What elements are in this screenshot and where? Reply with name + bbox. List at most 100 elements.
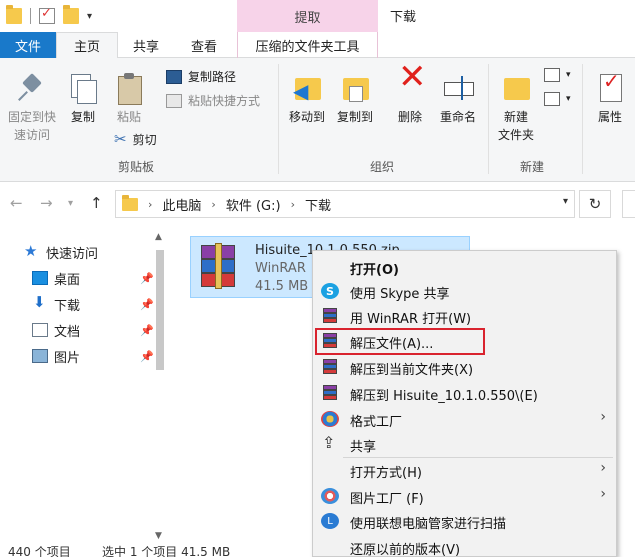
menu-item-label: 解压到当前文件夹(X) xyxy=(350,363,474,378)
properties-button[interactable]: 属性 xyxy=(590,72,630,126)
nav-scrollbar[interactable]: ▲ ▼ xyxy=(153,228,167,543)
lenovo-manager-icon: L xyxy=(321,513,339,529)
breadcrumb-separator-icon: › xyxy=(211,197,216,211)
properties-check-icon[interactable] xyxy=(39,6,55,24)
menu-item-label: 使用联想电脑管家进行扫描 xyxy=(350,517,507,532)
tab-view[interactable]: 查看 xyxy=(174,32,234,58)
breadcrumb-downloads[interactable]: 下载 xyxy=(305,195,331,214)
copy-label: 复制 xyxy=(70,110,95,124)
address-row: ← → ▾ ↑ › 此电脑 › 软件 (G:) › 下载 ▾ ↻ xyxy=(0,186,635,222)
breadcrumb-separator-icon: › xyxy=(290,197,295,211)
scrollbar-thumb[interactable] xyxy=(156,250,164,370)
recent-locations-chevron-icon[interactable]: ▾ xyxy=(68,198,73,209)
pin-label-line1: 固定到快 xyxy=(7,110,56,124)
menu-item-open-with[interactable]: 打开方式(H) › xyxy=(313,458,616,482)
contextual-tab-header: 提取 xyxy=(237,0,378,32)
search-input[interactable] xyxy=(622,190,635,218)
refresh-button[interactable]: ↻ xyxy=(579,190,611,218)
pictures-icon xyxy=(32,349,48,363)
tab-home[interactable]: 主页 xyxy=(56,32,118,59)
menu-item-label: 打开方式(H) xyxy=(350,466,422,481)
chevron-right-icon: › xyxy=(600,409,606,425)
menu-item-lenovo-scan[interactable]: L 使用联想电脑管家进行扫描 xyxy=(313,509,616,533)
nav-item-documents[interactable]: 文档 xyxy=(32,318,80,342)
easy-access-icon xyxy=(544,92,560,106)
back-arrow-icon[interactable]: ← xyxy=(10,194,23,212)
menu-item-open-with-winrar[interactable]: 用 WinRAR 打开(W) xyxy=(313,304,616,328)
folder-icon xyxy=(6,5,22,24)
nav-item-downloads[interactable]: 下载 xyxy=(32,292,80,316)
chevron-down-icon: ▾ xyxy=(566,94,571,104)
file-size: 41.5 MB xyxy=(255,279,309,294)
forward-arrow-icon[interactable]: → xyxy=(40,194,53,212)
winrar-icon xyxy=(321,385,339,401)
paste-shortcut-button[interactable]: 粘贴快捷方式 xyxy=(166,92,260,109)
ribbon: 固定到快 速访问 复制 粘贴 复制路径 粘贴快捷方式 ✂ 剪切 剪贴板 移动到 xyxy=(0,58,635,182)
menu-item-share[interactable]: 共享 xyxy=(313,432,616,456)
copy-path-icon xyxy=(166,69,182,84)
paste-icon xyxy=(113,72,145,105)
clipboard-group-label: 剪贴板 xyxy=(118,160,155,174)
cut-label: 剪切 xyxy=(132,132,157,147)
nav-item-quick-access[interactable]: 快速访问 xyxy=(24,240,98,264)
copy-path-button[interactable]: 复制路径 xyxy=(166,68,236,85)
scroll-down-icon[interactable]: ▼ xyxy=(155,531,162,541)
up-arrow-icon[interactable]: ↑ xyxy=(90,194,103,212)
delete-button[interactable]: 删除 xyxy=(392,68,428,126)
new-folder-icon[interactable] xyxy=(63,5,79,24)
rename-button[interactable]: 重命名 xyxy=(434,72,482,126)
easy-access-button[interactable]: ▾ xyxy=(544,92,571,106)
group-separator xyxy=(582,64,583,174)
nav-item-label: 快速访问 xyxy=(46,246,99,262)
new-item-button[interactable]: ▾ xyxy=(544,68,571,82)
pin-label-line2: 速访问 xyxy=(13,128,50,142)
cut-button[interactable]: ✂ 剪切 xyxy=(114,130,157,148)
paste-button[interactable]: 粘贴 xyxy=(108,72,150,126)
nav-item-desktop[interactable]: 桌面 xyxy=(32,266,80,290)
rename-icon xyxy=(442,72,474,104)
pin-icon[interactable]: 📌 xyxy=(140,272,154,285)
tab-file[interactable]: 文件 xyxy=(0,32,56,58)
menu-item-extract-to-folder[interactable]: 解压到 Hisuite_10.1.0.550\(E) xyxy=(313,381,616,405)
menu-item-extract-here[interactable]: 解压到当前文件夹(X) xyxy=(313,355,616,379)
breadcrumb-this-pc[interactable]: 此电脑 xyxy=(162,195,201,214)
pin-icon[interactable]: 📌 xyxy=(140,350,154,363)
winrar-icon xyxy=(321,359,339,375)
context-menu: 打开(O) S 使用 Skype 共享 用 WinRAR 打开(W) 解压文件(… xyxy=(312,250,617,557)
properties-label: 属性 xyxy=(597,110,622,124)
chevron-right-icon: › xyxy=(600,460,606,476)
new-folder-button[interactable]: 新建 文件夹 xyxy=(494,72,538,144)
menu-item-label: 打开(O) xyxy=(350,263,399,278)
new-folder-icon xyxy=(500,72,532,104)
menu-item-skype-share[interactable]: S 使用 Skype 共享 xyxy=(313,279,616,303)
chevron-down-icon[interactable]: ▾ xyxy=(563,196,568,207)
pin-to-quick-access-button[interactable]: 固定到快 速访问 xyxy=(4,72,60,144)
star-icon xyxy=(24,242,40,260)
menu-item-open[interactable]: 打开(O) xyxy=(313,255,616,279)
breadcrumb-drive-g[interactable]: 软件 (G:) xyxy=(226,195,281,214)
status-item-count: 440 个项目 xyxy=(8,545,71,557)
move-to-label: 移动到 xyxy=(288,110,325,124)
winrar-archive-icon xyxy=(199,243,239,289)
pin-icon[interactable]: 📌 xyxy=(140,298,154,311)
organize-group-label: 组织 xyxy=(370,160,395,174)
nav-item-pictures[interactable]: 图片 xyxy=(32,344,80,368)
menu-item-restore-previous[interactable]: 还原以前的版本(V) xyxy=(313,535,616,557)
copy-to-button[interactable]: 复制到 xyxy=(332,72,378,126)
address-bar[interactable]: › 此电脑 › 软件 (G:) › 下载 ▾ xyxy=(115,190,575,218)
tab-share[interactable]: 共享 xyxy=(118,32,174,58)
scroll-up-icon[interactable]: ▲ xyxy=(155,232,162,242)
chevron-down-icon[interactable]: ▾ xyxy=(87,11,92,22)
menu-item-picture-factory[interactable]: 图片工厂 (F) › xyxy=(313,484,616,508)
menu-item-label: 用 WinRAR 打开(W) xyxy=(350,312,472,327)
menu-item-format-factory[interactable]: 格式工厂 › xyxy=(313,407,616,431)
pin-icon[interactable]: 📌 xyxy=(140,324,154,337)
copy-icon xyxy=(67,72,99,104)
move-to-button[interactable]: 移动到 xyxy=(284,72,330,126)
delete-label: 删除 xyxy=(397,110,422,124)
picture-factory-icon xyxy=(321,488,339,504)
copy-button[interactable]: 复制 xyxy=(64,72,102,126)
tab-compressed-folder-tools[interactable]: 压缩的文件夹工具 xyxy=(237,32,378,58)
winrar-icon xyxy=(321,308,339,324)
ribbon-tabs: 文件 主页 共享 查看 压缩的文件夹工具 xyxy=(0,32,635,59)
